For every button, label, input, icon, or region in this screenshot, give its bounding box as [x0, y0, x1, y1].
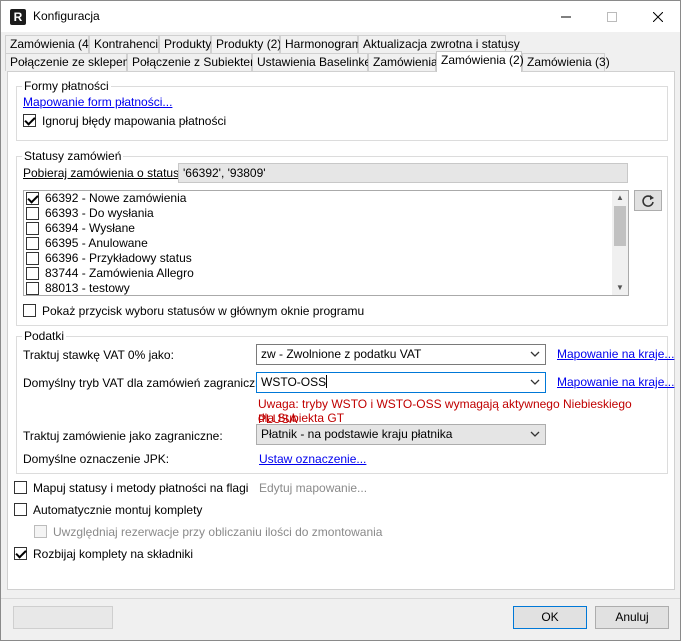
ignore-payment-errors-checkbox[interactable]	[23, 114, 36, 127]
title-bar: R Konfiguracja	[1, 1, 680, 32]
ignore-payment-errors-label: Ignoruj błędy mapowania płatności	[42, 114, 227, 128]
treat-foreign-select[interactable]: Płatnik - na podstawie kraju płatnika	[256, 424, 546, 445]
status-list-scrollbar[interactable]: ▲ ▼	[612, 191, 628, 295]
list-item[interactable]: 66393 - Do wysłania	[24, 206, 610, 221]
payment-mapping-link[interactable]: Mapowanie form płatności...	[23, 95, 172, 109]
auto-assemble-label: Automatycznie montuj komplety	[33, 503, 203, 517]
list-item[interactable]: 66392 - Nowe zamówienia	[24, 191, 610, 206]
list-item[interactable]: 66395 - Anulowane	[24, 236, 610, 251]
show-status-button-checkbox[interactable]	[23, 304, 36, 317]
ok-button[interactable]: OK	[513, 606, 587, 629]
foreign-vat-country-mapping-link[interactable]: Mapowanie na kraje...	[557, 375, 674, 389]
status-label: 66393 - Do wysłania	[45, 206, 154, 220]
foreign-vat-label: Domyślny tryb VAT dla zamówień zagranicz…	[23, 376, 284, 390]
tab-kontrahenci[interactable]: Kontrahenci	[89, 35, 159, 53]
payment-forms-legend: Formy płatności	[22, 79, 111, 93]
list-item[interactable]: 83744 - Zamówienia Allegro	[24, 266, 610, 281]
treat-foreign-select-value: Płatnik - na podstawie kraju płatnika	[261, 427, 453, 441]
status-checkbox[interactable]	[26, 267, 39, 280]
list-item[interactable]: 88013 - testowy	[24, 281, 610, 295]
edit-mapping-link: Edytuj mapowanie...	[259, 481, 368, 495]
jpk-set-link[interactable]: Ustaw oznaczenie...	[259, 452, 366, 466]
list-item[interactable]: 66394 - Wysłane	[24, 221, 610, 236]
cancel-button[interactable]: Anuluj	[595, 606, 669, 629]
tab-zamowienia[interactable]: Zamówienia	[368, 53, 438, 71]
order-statuses-legend: Statusy zamówień	[22, 149, 124, 163]
vat0-country-mapping-link[interactable]: Mapowanie na kraje...	[557, 347, 674, 361]
scroll-down-icon[interactable]: ▼	[612, 281, 628, 295]
footer-separator	[1, 598, 680, 599]
tab-polaczenie-z-subiektem[interactable]: Połączenie z Subiektem	[127, 53, 260, 71]
reservations-label: Uwzględniaj rezerwacje przy obliczaniu i…	[53, 525, 383, 539]
close-icon	[653, 11, 663, 22]
status-checkbox[interactable]	[26, 237, 39, 250]
vat0-select[interactable]: zw - Zwolnione z podatku VAT	[256, 344, 546, 365]
foreign-vat-select-value: WSTO-OSS	[261, 375, 327, 389]
tab-panel: Formy płatności Mapowanie form płatności…	[7, 71, 675, 590]
close-button[interactable]	[635, 1, 681, 32]
config-window: R Konfiguracja Zamówienia (4) Kontrahenc…	[0, 0, 681, 641]
footer-left-button	[13, 606, 113, 629]
status-label: 66395 - Anulowane	[45, 236, 148, 250]
tab-zamowienia-2[interactable]: Zamówienia (2)	[436, 51, 524, 72]
status-label: 66394 - Wysłane	[45, 221, 135, 235]
auto-assemble-checkbox[interactable]	[14, 503, 27, 516]
chevron-down-icon	[530, 379, 540, 385]
status-label: 83744 - Zamówienia Allegro	[45, 266, 194, 280]
tab-zamowienia-4[interactable]: Zamówienia (4)	[5, 35, 93, 53]
refresh-statuses-button[interactable]	[634, 190, 662, 211]
status-checkbox[interactable]	[26, 222, 39, 235]
status-checkbox[interactable]	[26, 192, 39, 205]
tab-produkty[interactable]: Produkty	[159, 35, 211, 53]
taxes-legend: Podatki	[22, 329, 67, 343]
minimize-button[interactable]	[543, 1, 589, 32]
status-checkbox[interactable]	[26, 252, 39, 265]
split-sets-label: Rozbijaj komplety na składniki	[33, 547, 194, 561]
tab-produkty-2[interactable]: Produkty (2)	[211, 35, 281, 53]
scroll-thumb[interactable]	[614, 206, 626, 246]
maximize-icon	[607, 11, 617, 22]
status-label: 66396 - Przykładowy status	[45, 251, 192, 265]
reservations-checkbox	[34, 525, 47, 538]
chevron-down-icon	[530, 431, 540, 437]
refresh-icon	[642, 194, 654, 207]
status-label: 88013 - testowy	[45, 281, 130, 295]
fetch-status-label: Pobieraj zamówienia o statusie:	[23, 166, 192, 180]
app-logo-icon: R	[10, 9, 26, 25]
foreign-vat-select[interactable]: WSTO-OSS	[256, 372, 546, 393]
minimize-icon	[561, 16, 571, 17]
tab-polaczenie-ze-sklepem[interactable]: Połączenie ze sklepem	[5, 53, 133, 71]
jpk-label: Domyślne oznaczenie JPK:	[23, 452, 170, 466]
tab-zamowienia-3[interactable]: Zamówienia (3)	[522, 53, 610, 71]
map-flags-checkbox[interactable]	[14, 481, 27, 494]
split-sets-checkbox[interactable]	[14, 547, 27, 560]
vat0-select-value: zw - Zwolnione z podatku VAT	[261, 347, 422, 361]
maximize-button	[589, 1, 635, 32]
text-caret	[326, 375, 328, 388]
tab-harmonogram[interactable]: Harmonogram	[280, 35, 362, 53]
map-flags-label: Mapuj statusy i metody płatności na flag…	[33, 481, 249, 495]
status-checkbox[interactable]	[26, 207, 39, 220]
vat0-label: Traktuj stawkę VAT 0% jako:	[23, 348, 174, 362]
status-label: 66392 - Nowe zamówienia	[45, 191, 187, 205]
tab-ustawienia-baselinker[interactable]: Ustawienia Baselinker	[252, 53, 375, 71]
show-status-button-label: Pokaż przycisk wyboru statusów w głównym…	[42, 304, 365, 318]
list-item[interactable]: 66396 - Przykładowy status	[24, 251, 610, 266]
status-checkbox[interactable]	[26, 282, 39, 295]
fetch-status-field: '66392', '93809'	[178, 163, 628, 183]
treat-foreign-label: Traktuj zamówienie jako zagraniczne:	[23, 429, 223, 443]
scroll-up-icon[interactable]: ▲	[612, 191, 628, 205]
status-listbox[interactable]: 66392 - Nowe zamówienia 66393 - Do wysła…	[23, 190, 629, 296]
window-title: Konfiguracja	[33, 9, 100, 23]
chevron-down-icon	[530, 351, 540, 357]
